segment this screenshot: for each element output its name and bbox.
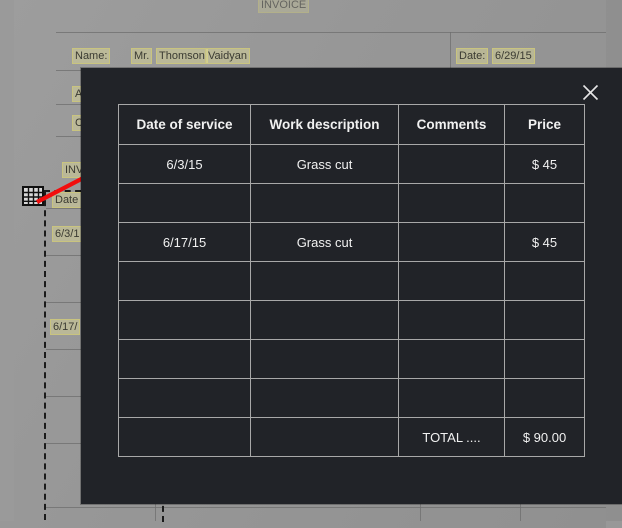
column-header-work-description: Work description xyxy=(250,104,399,145)
table-row[interactable] xyxy=(118,378,585,418)
table-cell[interactable]: Grass cut xyxy=(250,222,399,262)
ocr-chip-name-label: Name: xyxy=(72,48,111,64)
form-rule xyxy=(520,504,521,521)
table-cell[interactable] xyxy=(250,378,399,418)
table-row[interactable] xyxy=(118,339,585,379)
table-cell[interactable]: 6/17/15 xyxy=(118,222,251,262)
table-cell[interactable] xyxy=(504,339,585,379)
column-header-comments: Comments xyxy=(398,104,505,145)
table-row[interactable]: TOTAL .... $ 90.00 xyxy=(118,417,585,457)
table-cell[interactable] xyxy=(504,378,585,418)
table-cell[interactable] xyxy=(118,378,251,418)
table-row[interactable]: 6/3/15 Grass cut $ 45 xyxy=(118,144,585,184)
table-cell[interactable]: $ 45 xyxy=(504,222,585,262)
ocr-chip-title: INVOICE xyxy=(258,0,310,13)
table-cell[interactable]: $ 90.00 xyxy=(504,417,585,457)
table-cell[interactable] xyxy=(250,300,399,340)
table-cell[interactable] xyxy=(398,222,505,262)
table-cell[interactable] xyxy=(398,261,505,301)
form-rule xyxy=(420,504,421,521)
table-cell[interactable]: Grass cut xyxy=(250,144,399,184)
table-cell[interactable] xyxy=(118,417,251,457)
table-header-row: Date of service Work description Comment… xyxy=(118,104,585,145)
table-cell[interactable] xyxy=(398,183,505,223)
ocr-chip-first-name: Thomson xyxy=(156,48,208,64)
extracted-table-container: Date of service Work description Comment… xyxy=(118,104,585,457)
column-header-price: Price xyxy=(504,104,585,145)
table-row[interactable] xyxy=(118,183,585,223)
table-row[interactable]: 6/17/15 Grass cut $ 45 xyxy=(118,222,585,262)
table-preview-modal: Date of service Work description Comment… xyxy=(81,68,622,504)
table-cell[interactable] xyxy=(250,183,399,223)
column-header-date-of-service: Date of service xyxy=(118,104,251,145)
form-rule xyxy=(56,32,606,33)
table-cell[interactable] xyxy=(118,261,251,301)
table-cell[interactable]: 6/3/15 xyxy=(118,144,251,184)
form-rule xyxy=(450,32,451,70)
table-cell[interactable] xyxy=(118,339,251,379)
ocr-chip-last-name: Vaidyan xyxy=(205,48,250,64)
extracted-table: Date of service Work description Comment… xyxy=(118,104,585,457)
table-cell[interactable] xyxy=(118,183,251,223)
table-cell[interactable] xyxy=(504,183,585,223)
table-cell[interactable] xyxy=(398,339,505,379)
table-cell[interactable] xyxy=(398,300,505,340)
table-row[interactable] xyxy=(118,261,585,301)
table-body: 6/3/15 Grass cut $ 45 6/17/15 Grass cut $ 45 T… xyxy=(118,144,585,457)
table-cell[interactable] xyxy=(504,300,585,340)
table-cell[interactable]: TOTAL .... xyxy=(398,417,505,457)
ocr-chip-title-prefix: Mr. xyxy=(131,48,153,64)
table-cell[interactable] xyxy=(118,300,251,340)
table-cell[interactable] xyxy=(250,261,399,301)
table-cell[interactable]: $ 45 xyxy=(504,144,585,184)
table-cell[interactable] xyxy=(250,339,399,379)
table-cell[interactable] xyxy=(398,378,505,418)
table-cell[interactable] xyxy=(398,144,505,184)
ocr-chip-date-label: Date: xyxy=(456,48,489,64)
table-cell[interactable] xyxy=(250,417,399,457)
table-grid-icon[interactable] xyxy=(22,186,44,206)
ocr-chip-date-value: 6/29/15 xyxy=(492,48,535,64)
table-row[interactable] xyxy=(118,300,585,340)
table-cell[interactable] xyxy=(504,261,585,301)
